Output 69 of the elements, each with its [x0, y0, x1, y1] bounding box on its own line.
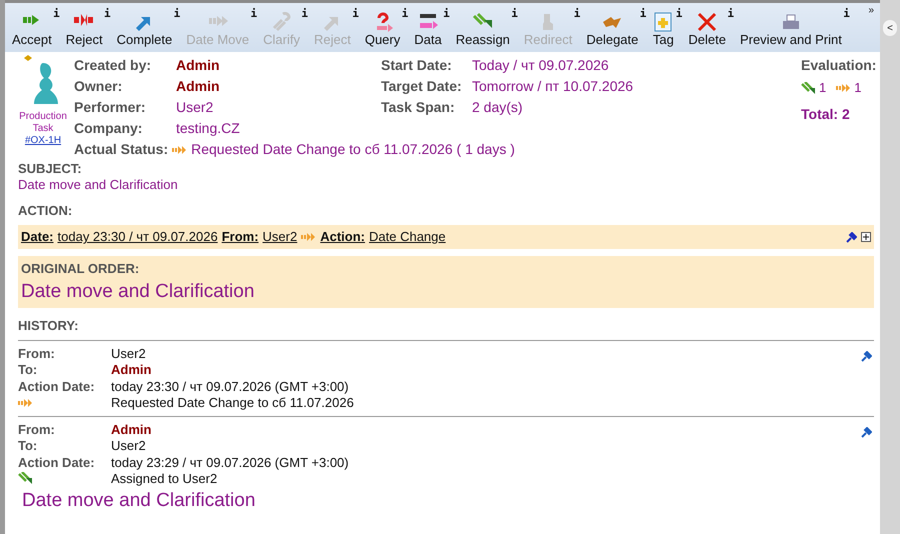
order-text: Date move and Clarification [21, 280, 256, 304]
field-label: Start Date: [381, 56, 453, 75]
status-value: Requested Date Change to сб 11.07.2026 ( 1 days ) [191, 140, 515, 159]
history-note: Assigned to User2 [111, 470, 218, 488]
field-value: Today / чт 09.07.2026 [472, 56, 609, 75]
note-plus-icon [652, 12, 674, 32]
action-label: Action: [320, 228, 366, 246]
field-label: Performer: [74, 98, 147, 117]
action-label: From: [222, 228, 259, 246]
close-icon [696, 12, 718, 32]
evaluation-title: Evaluation: [801, 56, 876, 75]
history-label: To: [18, 361, 38, 379]
history-label: Action Date: [18, 378, 96, 396]
info-mark[interactable]: i [727, 6, 734, 22]
field-value: User2 [176, 98, 214, 117]
arrows-icon [836, 83, 852, 93]
action-type: Date Change [369, 228, 446, 246]
field-label: Owner: [74, 77, 124, 96]
history-value: User2 [111, 437, 146, 455]
task-code-link[interactable]: #OX-1H [24, 135, 62, 147]
info-mark[interactable]: i [174, 6, 180, 22]
info-mark[interactable]: i [53, 6, 60, 22]
action-date: today 23:30 / чт 09.07.2026 [58, 228, 218, 246]
info-mark[interactable]: i [640, 6, 646, 22]
action-from: User2 [262, 228, 298, 246]
history-value: Admin [111, 420, 152, 438]
arrows-icon [18, 398, 33, 408]
total-score: Total: 2 [801, 105, 850, 124]
field-value: 2 day(s) [472, 98, 523, 117]
info-mark[interactable]: i [511, 6, 518, 22]
history-value: User2 [111, 344, 146, 362]
expand-icon[interactable] [861, 232, 871, 242]
task-type: Production Task [18, 111, 68, 135]
field-label: Actual Status: [74, 140, 168, 159]
section-title: ORIGINAL ORDER: [21, 260, 140, 278]
info-mark[interactable]: i [104, 6, 111, 22]
history-value: today 23:29 / чт 09.07.2026 (GMT +3:00) [111, 454, 349, 472]
question-icon [270, 12, 293, 32]
field-label: Target Date: [381, 77, 463, 96]
field-label: Company: [74, 119, 144, 138]
section-title: SUBJECT: [18, 161, 83, 177]
action-label: Date: [21, 228, 54, 246]
arrows-icon [172, 144, 188, 154]
overflow-chevron[interactable]: » [868, 3, 874, 18]
field-value: Admin [176, 56, 220, 75]
info-mark[interactable]: i [402, 6, 408, 22]
arrows-icon [301, 232, 316, 242]
field-value: Tomorrow / пт 10.07.2026 [472, 77, 634, 96]
subject-text: Date move and Clarification [18, 177, 179, 193]
history-value: today 23:30 / чт 09.07.2026 (GMT +3:00) [111, 378, 349, 396]
moved-count: 1 [854, 79, 862, 98]
section-title: HISTORY: [18, 316, 80, 334]
history-value: Admin [111, 361, 152, 379]
info-mark[interactable]: i [843, 6, 850, 22]
info-mark[interactable]: i [676, 6, 682, 22]
field-label: Task Span: [381, 98, 456, 117]
history-label: From: [18, 420, 56, 438]
field-label: Created by: [74, 56, 152, 75]
field-value: Admin [176, 77, 220, 96]
collapse-button[interactable]: < [883, 20, 897, 36]
info-mark[interactable]: i [443, 6, 450, 22]
history-note: Requested Date Change to сб 11.07.2026 [111, 394, 354, 412]
history-label: Action Date: [18, 454, 96, 472]
history-footer-text: Date move and Clarification [22, 489, 256, 513]
history-label: From: [18, 344, 56, 362]
accepted-count: 1 [819, 79, 826, 98]
section-title: ACTION: [18, 203, 74, 219]
field-value: testing.CZ [176, 119, 240, 138]
history-label: To: [18, 437, 38, 455]
